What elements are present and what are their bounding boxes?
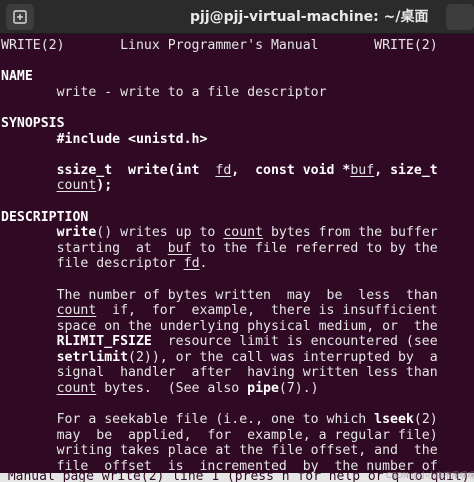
window-title: pjj@pjj-virtual-machine: ~/桌面 [190,9,429,25]
new-tab-button[interactable] [6,4,34,30]
text-bold: pipe [247,381,279,397]
text-plain: starting at [56,240,168,256]
text-underline: count [223,225,264,241]
new-tab-icon [13,10,27,24]
text-bold: lseek [374,412,414,428]
watermark: CSDN @小小白不用嘿嘿 [386,471,474,480]
text-underline: count [56,303,97,319]
text-plain: space on the underlying physical medium,… [56,318,438,334]
text-bold: RLIMIT_FSIZE [56,334,152,350]
text-plain: writing takes place at the file offset, … [56,443,438,459]
terminal-view[interactable]: WRITE(2) Linux Programmer's Manual WRITE… [0,35,474,482]
text-underline: buf [167,240,192,256]
text-plain: () writes up to [96,225,224,241]
text-plain: if, for example, there is insufficient [96,303,438,319]
name-body: write - write to a file descriptor [56,84,327,100]
proto-seg: ssize_t write(int [56,162,216,178]
text-plain: (2) [413,412,438,428]
text-plain: may be applied, for example, a regular f… [56,427,438,443]
text-plain: file descriptor [56,256,184,272]
text-plain: signal handler after having written less… [56,365,438,381]
text-plain: (7).) [278,381,319,397]
text-underline: count [56,381,97,397]
text-plain: file offset is incremented by the number… [56,459,438,475]
synopsis-include: #include <unistd.h> [56,131,208,147]
text-underline: fd [183,256,200,272]
text-bold: setrlimit [56,349,129,365]
section-synopsis-heading: SYNOPSIS [1,115,65,131]
text-plain: to the file referred to by the [191,240,438,256]
window-titlebar: pjj@pjj-virtual-machine: ~/桌面 [0,0,474,34]
section-name-heading: NAME [1,69,33,85]
proto-arg: fd [215,162,232,178]
text-plain: The number of bytes written may be less … [56,287,438,303]
text-plain: bytes. (See also [96,381,248,397]
text-plain: bytes from the buffer [263,225,438,241]
search-button[interactable] [446,4,474,30]
text-plain: For a seekable file (i.e., one to which [56,412,375,428]
proto-arg: count [56,178,97,194]
proto-seg: ); [96,178,113,194]
section-description-heading: DESCRIPTION [1,209,89,225]
text-plain: resource limit is encountered (see [151,334,438,350]
proto-arg: buf [350,162,375,178]
text-plain: . [199,256,208,272]
man-header: WRITE(2) Linux Programmer's Manual WRITE… [1,38,438,53]
proto-seg: , size_t [374,162,438,178]
text-bold: write [56,225,97,241]
proto-seg: , const void * [231,162,351,178]
text-plain: (2)), or the call was interrupted by a [128,349,438,365]
